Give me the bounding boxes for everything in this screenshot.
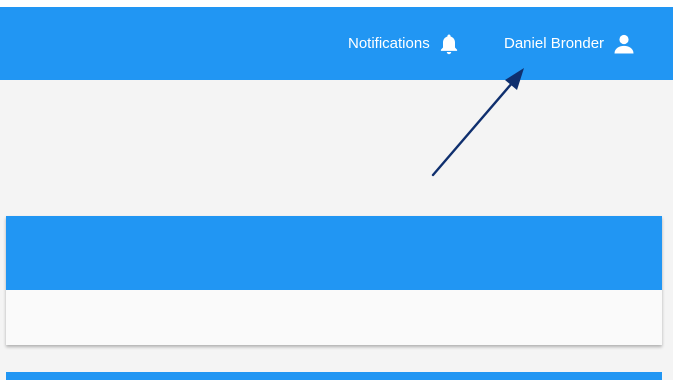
card-body bbox=[6, 290, 662, 345]
user-account-button[interactable]: Daniel Bronder bbox=[504, 7, 635, 80]
content-card bbox=[6, 216, 662, 345]
user-name-label: Daniel Bronder bbox=[504, 35, 605, 52]
bell-icon bbox=[439, 33, 459, 55]
second-card-header bbox=[6, 372, 662, 380]
user-icon bbox=[613, 34, 635, 54]
top-app-bar: Notifications Daniel Bronder bbox=[0, 7, 673, 80]
notifications-label: Notifications bbox=[348, 35, 430, 52]
notifications-button[interactable]: Notifications bbox=[348, 7, 459, 80]
card-header bbox=[6, 216, 662, 290]
